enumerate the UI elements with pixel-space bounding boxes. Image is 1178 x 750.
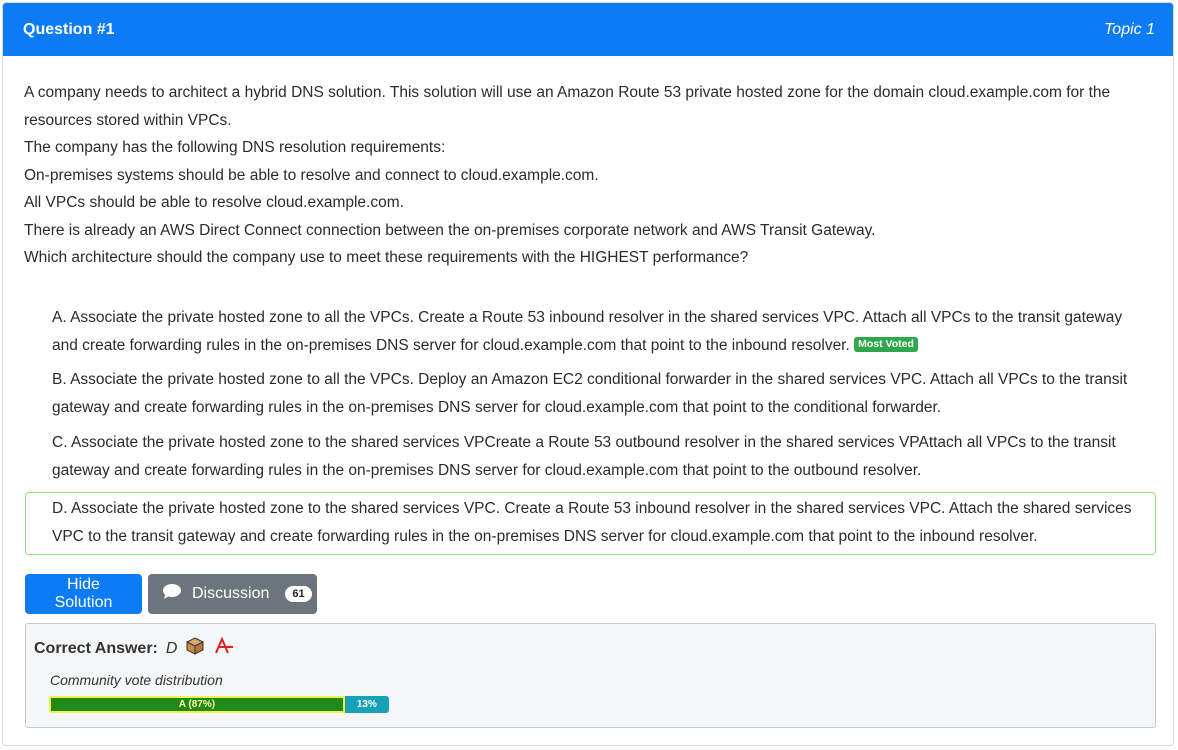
choice-b-text: B. Associate the private hosted zone to … — [52, 371, 1128, 416]
question-title: Question #1 — [23, 20, 115, 38]
vote-segment-other: 13% — [344, 696, 389, 713]
box-icon — [185, 636, 205, 661]
choice-a-text: A. Associate the private hosted zone to … — [52, 309, 1123, 354]
question-text: A company needs to architect a hybrid DN… — [24, 79, 1154, 272]
vote-segment-a: A (87%) — [49, 696, 345, 713]
choice-b[interactable]: B. Associate the private hosted zone to … — [25, 365, 1156, 428]
question-header: Question #1 Topic 1 — [3, 3, 1173, 56]
hide-solution-button[interactable]: Hide Solution — [25, 574, 142, 614]
discussion-count-badge: 61 — [285, 586, 312, 602]
question-paragraph: The company has the following DNS resolu… — [24, 139, 446, 156]
choice-c[interactable]: C. Associate the private hosted zone to … — [25, 428, 1156, 492]
correct-answer-value: D — [165, 639, 178, 657]
vote-distribution-bar: A (87%) 13% — [49, 696, 389, 713]
choice-a[interactable]: A. Associate the private hosted zone to … — [25, 303, 1156, 365]
question-paragraph: All VPCs should be able to resolve cloud… — [24, 194, 404, 211]
choice-d-text: D. Associate the private hosted zone to … — [52, 500, 1132, 545]
correct-answer-label: Correct Answer: — [34, 639, 158, 657]
choice-list: A. Associate the private hosted zone to … — [25, 303, 1156, 555]
question-paragraph: Which architecture should the company us… — [24, 249, 749, 266]
question-paragraph: On-premises systems should be able to re… — [24, 166, 599, 184]
community-vote-label: Community vote distribution — [50, 672, 223, 688]
question-paragraph: There is already an AWS Direct Connect c… — [24, 221, 876, 239]
discussion-label: Discussion — [192, 585, 270, 602]
topic-label: Topic 1 — [1104, 20, 1155, 38]
question-card: Question #1 Topic 1 A company needs to a… — [2, 2, 1174, 746]
comment-icon — [162, 583, 182, 605]
answer-panel: Correct Answer: D Community vote distrib… — [25, 623, 1156, 728]
choice-c-text: C. Associate the private hosted zone to … — [52, 434, 1116, 479]
correct-answer-line: Correct Answer: D — [34, 636, 235, 661]
most-voted-badge: Most Voted — [854, 337, 918, 353]
text-highlight-icon[interactable] — [213, 636, 235, 660]
action-buttons: Hide Solution Discussion 61 — [25, 574, 317, 614]
choice-d-correct[interactable]: D. Associate the private hosted zone to … — [25, 492, 1156, 555]
question-paragraph: A company needs to architect a hybrid DN… — [24, 84, 1111, 129]
discussion-button[interactable]: Discussion 61 — [148, 574, 317, 614]
